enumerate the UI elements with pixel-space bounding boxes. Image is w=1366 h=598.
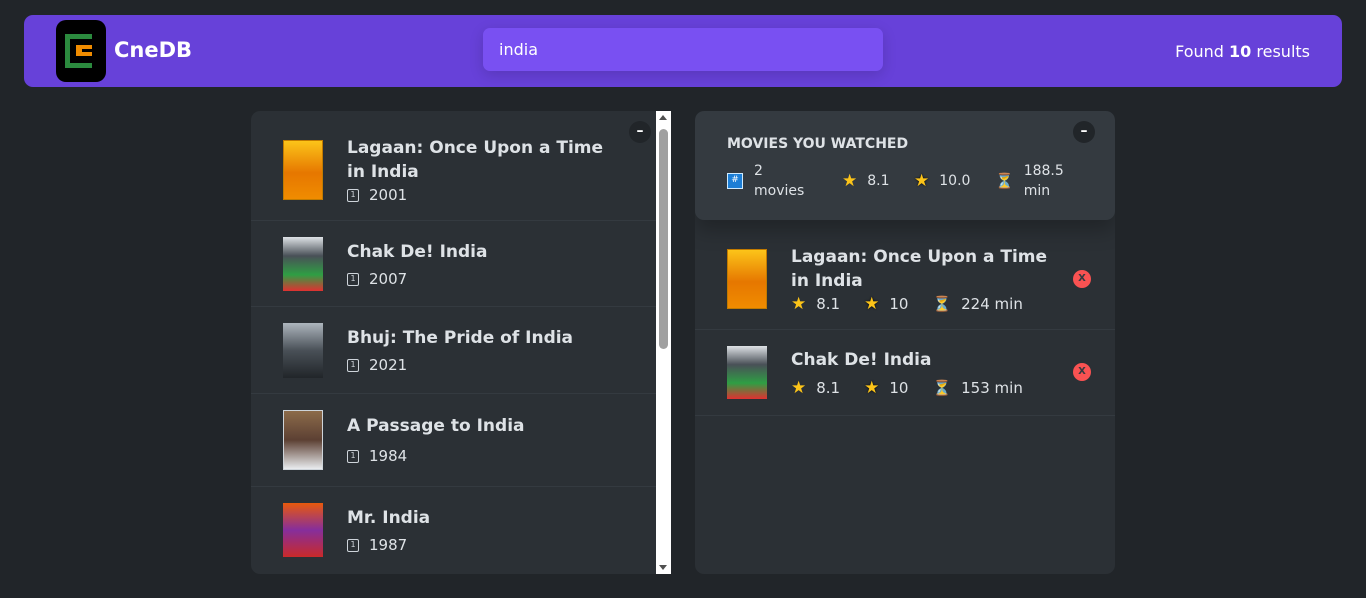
list-item[interactable]: A Passage to India 1 1984	[251, 394, 656, 487]
movie-title: Lagaan: Once Upon a Time in India	[791, 247, 1048, 291]
hourglass-icon: ⏳	[932, 379, 952, 397]
watched-summary: MOVIES YOU WATCHED # 2 movies ★ 8.1 ★ 10.0 …	[695, 111, 1115, 220]
results-box: – Lagaan: Once Upon a Time in India 1 200…	[251, 111, 671, 574]
movie-stats: ★ 8.1 ★ 10 ⏳ 224 min	[791, 294, 1023, 314]
delete-button[interactable]: X	[1073, 270, 1091, 288]
star-icon: ★	[914, 171, 930, 191]
results-scrollbar[interactable]	[656, 111, 671, 574]
movie-title: A Passage to India	[347, 416, 525, 436]
movie-title: Chak De! India	[347, 242, 488, 262]
scroll-down-icon[interactable]	[659, 565, 667, 570]
movie-title: Bhuj: The Pride of India	[347, 328, 574, 348]
calendar-icon: 1	[347, 538, 359, 552]
movie-year: 1 2007	[347, 270, 407, 288]
star-icon: ★	[842, 171, 858, 191]
movie-title: Lagaan: Once Upon a Time in India	[347, 138, 604, 182]
scrollbar-thumb[interactable]	[659, 129, 668, 349]
movie-title: Chak De! India	[791, 350, 932, 370]
logo-icon	[56, 20, 106, 82]
movie-poster	[283, 140, 323, 200]
movie-year: 1 1984	[347, 447, 407, 465]
results-count: Found 10 results	[1175, 42, 1310, 61]
navbar: CneDB Found 10 results	[24, 15, 1342, 87]
movie-list: Lagaan: Once Upon a Time in India 1 2001 …	[251, 111, 656, 574]
watched-box: MOVIES YOU WATCHED # 2 movies ★ 8.1 ★ 10.0 …	[695, 111, 1115, 574]
hash-icon: #	[727, 173, 743, 189]
delete-button[interactable]: X	[1073, 363, 1091, 381]
movie-poster	[283, 323, 323, 378]
watched-item: Chak De! India ★ 8.1 ★ 10 ⏳ 153 min X	[695, 330, 1115, 416]
summary-runtime: ⏳ 188.5 min	[995, 163, 1064, 199]
summary-title: MOVIES YOU WATCHED	[727, 136, 909, 152]
hourglass-icon: ⏳	[932, 295, 952, 313]
movie-year: 1 2001	[347, 186, 407, 204]
calendar-icon: 1	[347, 358, 359, 372]
movie-title: Mr. India	[347, 508, 431, 528]
calendar-icon: 1	[347, 188, 359, 202]
movie-poster	[283, 410, 323, 470]
results-toggle-button[interactable]: –	[629, 121, 651, 143]
brand-name: CneDB	[114, 38, 193, 62]
movie-poster	[283, 503, 323, 557]
search-input[interactable]	[483, 28, 883, 71]
summary-user-rating: ★ 10.0	[914, 171, 971, 191]
star-icon: ★	[791, 378, 807, 398]
watched-item: Lagaan: Once Upon a Time in India ★ 8.1 ★…	[695, 239, 1115, 330]
list-item[interactable]: Lagaan: Once Upon a Time in India 1 2001	[251, 111, 656, 221]
list-item[interactable]: Chak De! India 1 2007	[251, 221, 656, 307]
calendar-icon: 1	[347, 272, 359, 286]
movie-stats: ★ 8.1 ★ 10 ⏳ 153 min	[791, 378, 1023, 398]
summary-count: # 2 movies	[727, 161, 804, 201]
movie-poster	[727, 249, 767, 309]
list-item[interactable]: Mr. India 1 1987	[251, 487, 656, 574]
star-icon: ★	[864, 294, 880, 314]
results-number: 10	[1229, 42, 1252, 61]
movie-year: 1 2021	[347, 356, 407, 374]
movie-year: 1 1987	[347, 536, 407, 554]
hourglass-icon: ⏳	[995, 172, 1014, 190]
movie-poster	[283, 237, 323, 291]
movie-poster	[727, 346, 767, 399]
list-item[interactable]: Bhuj: The Pride of India 1 2021	[251, 307, 656, 394]
calendar-icon: 1	[347, 449, 359, 463]
watched-toggle-button[interactable]: –	[1073, 121, 1095, 143]
scroll-up-icon[interactable]	[659, 115, 667, 120]
star-icon: ★	[791, 294, 807, 314]
star-icon: ★	[864, 378, 880, 398]
summary-imdb-rating: ★ 8.1	[842, 171, 890, 191]
